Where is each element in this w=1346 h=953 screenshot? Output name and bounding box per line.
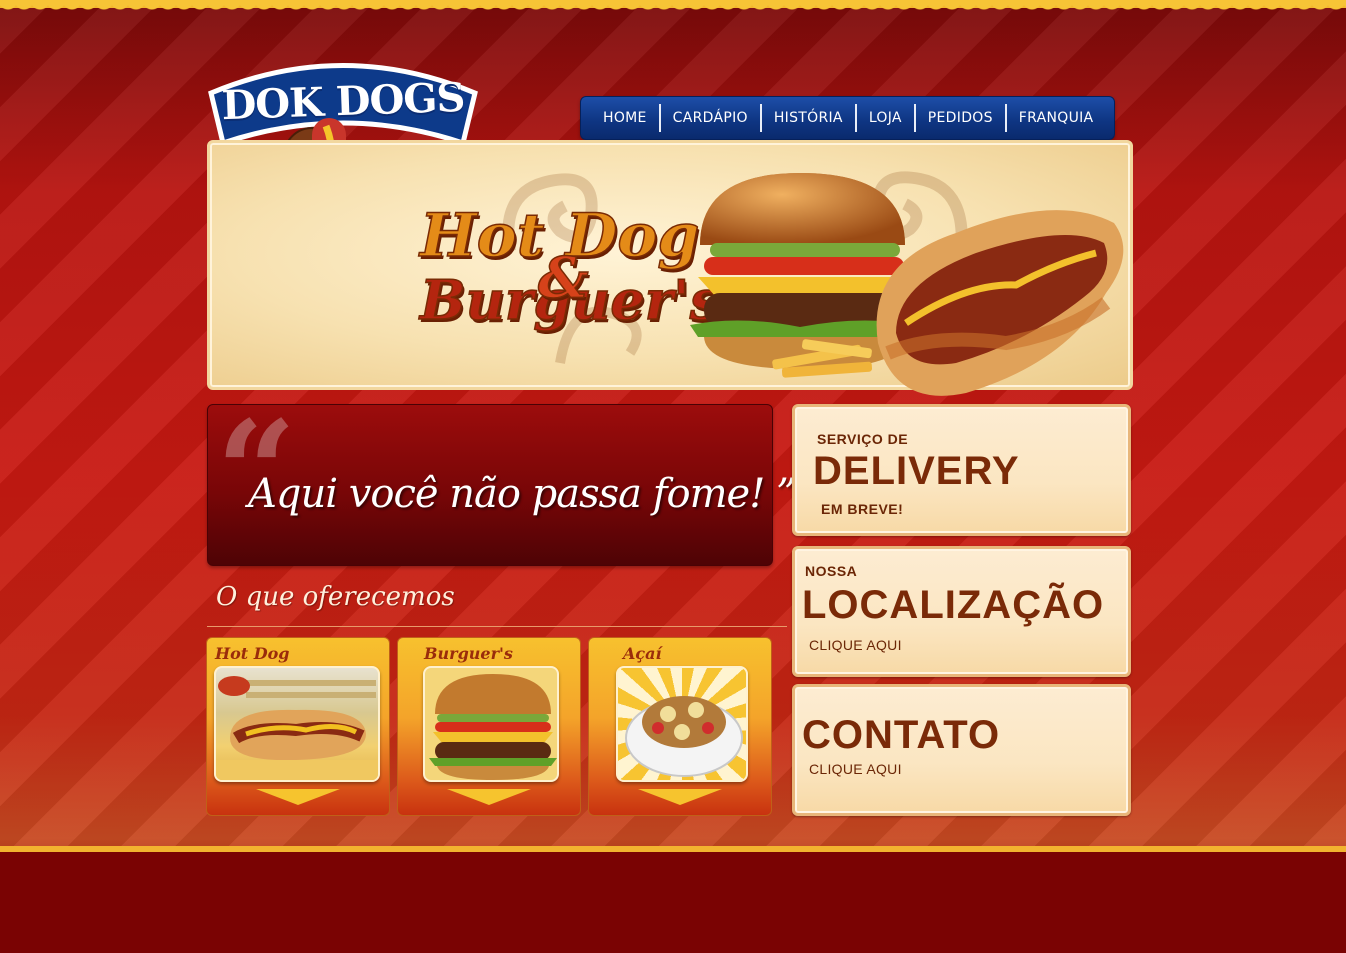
acai-photo-icon <box>625 696 743 777</box>
fries-illustration <box>772 339 873 378</box>
delivery-title: DELIVERY <box>813 449 1020 493</box>
product-card-label: Hot Dog <box>215 644 290 663</box>
delivery-panel[interactable]: SERVIÇO DE DELIVERY EM BREVE! <box>792 404 1131 536</box>
down-arrow-icon <box>447 789 531 805</box>
down-arrow-icon <box>256 789 340 805</box>
delivery-kicker: SERVIÇO DE <box>817 431 909 447</box>
product-card-label: Açaí <box>623 644 662 663</box>
footer <box>0 846 1346 953</box>
nav-loja[interactable]: LOJA <box>857 104 916 132</box>
acai-thumbnail <box>616 666 748 782</box>
slogan-text: Aqui você não passa fome! ” <box>248 471 796 517</box>
hero-banner: Hot Dog & Burguer's <box>207 140 1133 396</box>
contact-panel[interactable]: CONTATO CLIQUE AQUI <box>792 684 1131 816</box>
slogan-box: “ Aqui você não passa fome! ” <box>207 403 796 566</box>
burger-thumbnail <box>423 666 559 782</box>
product-card-label: Burguer's <box>424 644 513 663</box>
main-nav: HOME CARDÁPIO HISTÓRIA LOJA PEDIDOS FRAN… <box>580 96 1115 140</box>
contact-link[interactable]: CLIQUE AQUI <box>809 761 902 777</box>
location-panel[interactable]: NOSSA LOCALIZAÇÃO CLIQUE AQUI <box>792 546 1131 677</box>
location-title: LOCALIZAÇÃO <box>802 583 1105 627</box>
hotdog-thumbnail <box>214 666 380 782</box>
section-title-offer: O que oferecemos <box>216 582 455 612</box>
product-card-hotdog[interactable]: Hot Dog <box>206 637 390 816</box>
delivery-status: EM BREVE! <box>821 501 904 517</box>
product-card-acai[interactable]: Açaí <box>588 637 772 816</box>
nav-franquia[interactable]: FRANQUIA <box>1007 104 1106 132</box>
banner-title-ampersand: & <box>537 244 589 312</box>
nav-pedidos[interactable]: PEDIDOS <box>916 104 1007 132</box>
location-link[interactable]: CLIQUE AQUI <box>809 637 902 653</box>
nav-home[interactable]: HOME <box>591 104 661 132</box>
nav-historia[interactable]: HISTÓRIA <box>762 104 857 132</box>
top-scallop-border <box>0 0 1346 22</box>
section-divider <box>207 626 787 627</box>
location-kicker: NOSSA <box>805 563 858 579</box>
down-arrow-icon <box>638 789 722 805</box>
contact-title: CONTATO <box>802 713 1001 757</box>
nav-cardapio[interactable]: CARDÁPIO <box>661 104 762 132</box>
hotdog-photo-icon <box>216 676 378 780</box>
burger-photo-icon <box>429 674 557 780</box>
hotdog-illustration <box>876 210 1124 396</box>
product-card-burguers[interactable]: Burguer's <box>397 637 581 816</box>
